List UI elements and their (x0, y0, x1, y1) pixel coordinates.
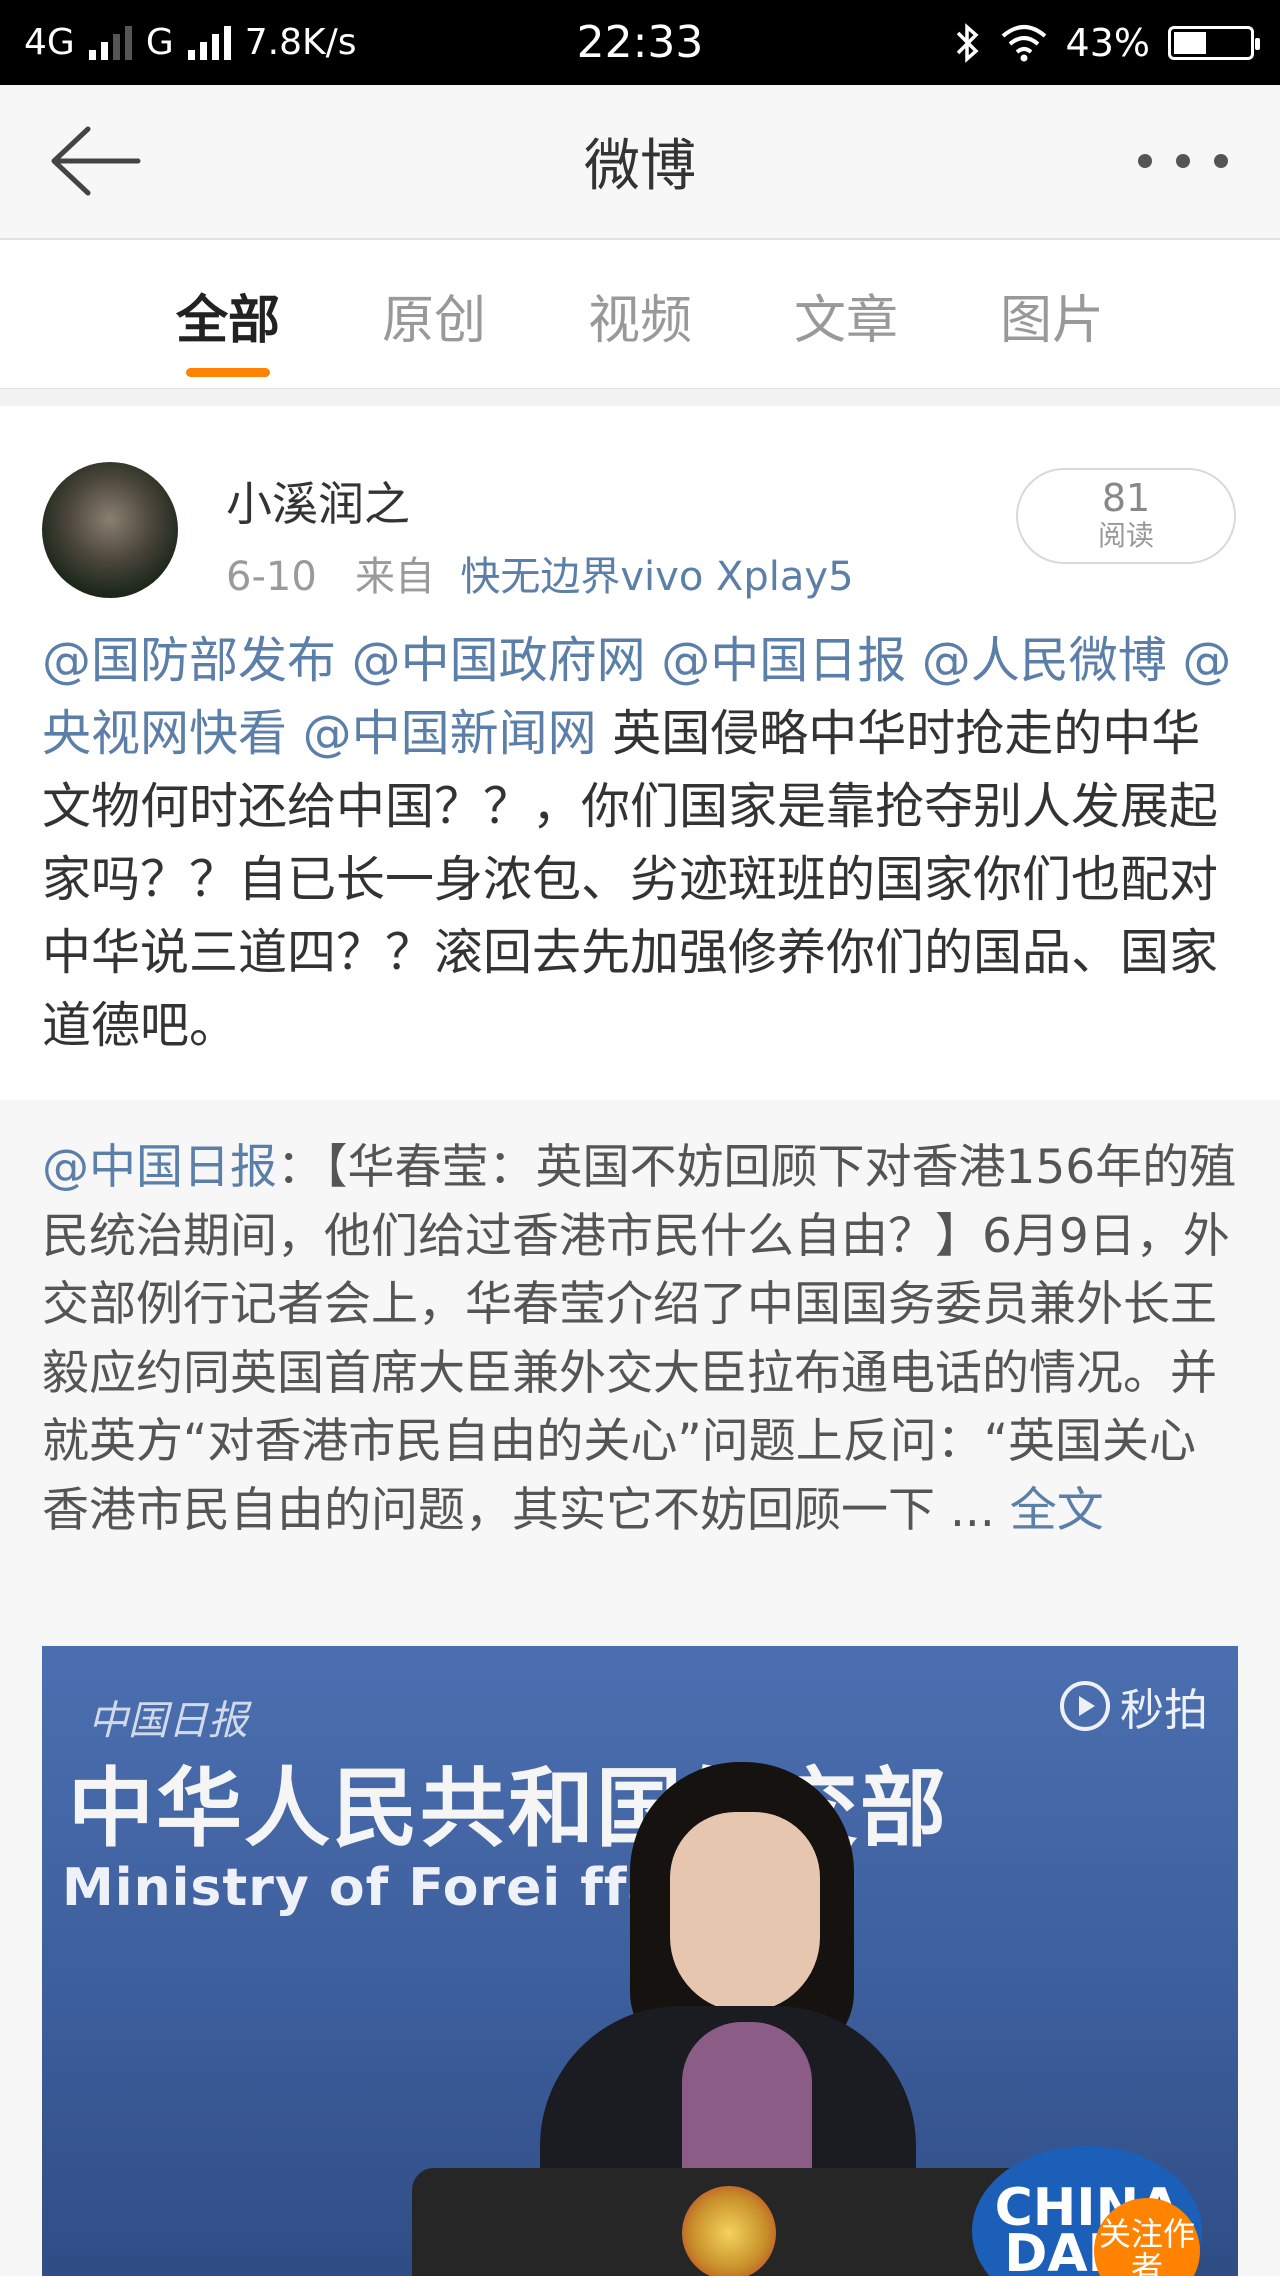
mention-link[interactable]: @中国政府网 (352, 632, 646, 689)
mention-link[interactable]: @中国新闻网 (303, 705, 597, 762)
video-thumbnail[interactable]: 中国日报 秒拍 中华人民共和国外交部 Ministry of Forei ffa… (42, 1646, 1238, 2276)
watermark-miaopai-text: 秒拍 (1120, 1685, 1208, 1736)
mention-link[interactable]: @国防部发布 (42, 632, 336, 689)
from-label: 来自 (354, 554, 435, 600)
play-icon (1060, 1681, 1110, 1731)
tab-article[interactable]: 文章 (794, 278, 898, 353)
national-emblem-icon (682, 2186, 776, 2276)
page-title: 微博 (584, 134, 696, 199)
tab-active-indicator (186, 368, 270, 377)
nav-bar: 微博 (0, 85, 1280, 240)
read-count: 81 (1101, 476, 1151, 520)
wifi-icon (1001, 24, 1046, 61)
avatar[interactable] (42, 462, 178, 598)
repost-text: ：【华春莹：英国不妨回顾下对香港156年的殖民统治期间，他们给过香港市民什么自由… (42, 1140, 1237, 1538)
full-text-link[interactable]: 全文 (1010, 1483, 1104, 1538)
mention-link[interactable]: @人民微博 (922, 632, 1167, 689)
weibo-post: 小溪润之 6-10 来自 快无边界vivo Xplay5 81 阅读 @国防部发… (0, 406, 1280, 1100)
speaker-face (670, 1812, 820, 2012)
more-icon[interactable] (1138, 141, 1228, 181)
read-count-badge: 81 阅读 (1016, 468, 1236, 564)
bluetooth-icon (956, 22, 979, 63)
tab-video[interactable]: 视频 (588, 278, 692, 353)
post-meta: 6-10 来自 快无边界vivo Xplay5 (226, 544, 854, 602)
battery-percent: 43% (1065, 20, 1150, 65)
tab-picture[interactable]: 图片 (1000, 278, 1104, 353)
status-bar: 4G G 7.8K/s 22:33 43% (0, 0, 1280, 85)
repost-card[interactable]: @中国日报：【华春莹：英国不妨回顾下对香港156年的殖民统治期间，他们给过香港市… (0, 1100, 1280, 2276)
tab-original[interactable]: 原创 (382, 278, 486, 353)
read-label: 阅读 (1097, 519, 1154, 552)
post-body: @国防部发布 @中国政府网 @中国日报 @人民微博 @央视网快看 @中国新闻网 … (42, 624, 1242, 1062)
author-name[interactable]: 小溪润之 (226, 468, 410, 534)
repost-mention[interactable]: @中国日报 (42, 1140, 277, 1195)
tab-bar: 全部 原创 视频 文章 图片 (0, 240, 1280, 388)
tab-all[interactable]: 全部 (176, 278, 280, 353)
post-date: 6-10 (226, 554, 317, 600)
post-source[interactable]: 快无边界vivo Xplay5 (460, 554, 853, 600)
battery-icon (1168, 25, 1260, 60)
repost-body: @中国日报：【华春莹：英国不妨回顾下对香港156年的殖民统治期间，他们给过香港市… (42, 1134, 1242, 1545)
mention-link[interactable]: @中国日报 (661, 632, 906, 689)
watermark-miaopai: 秒拍 (1060, 1674, 1208, 1738)
divider (0, 388, 1280, 407)
